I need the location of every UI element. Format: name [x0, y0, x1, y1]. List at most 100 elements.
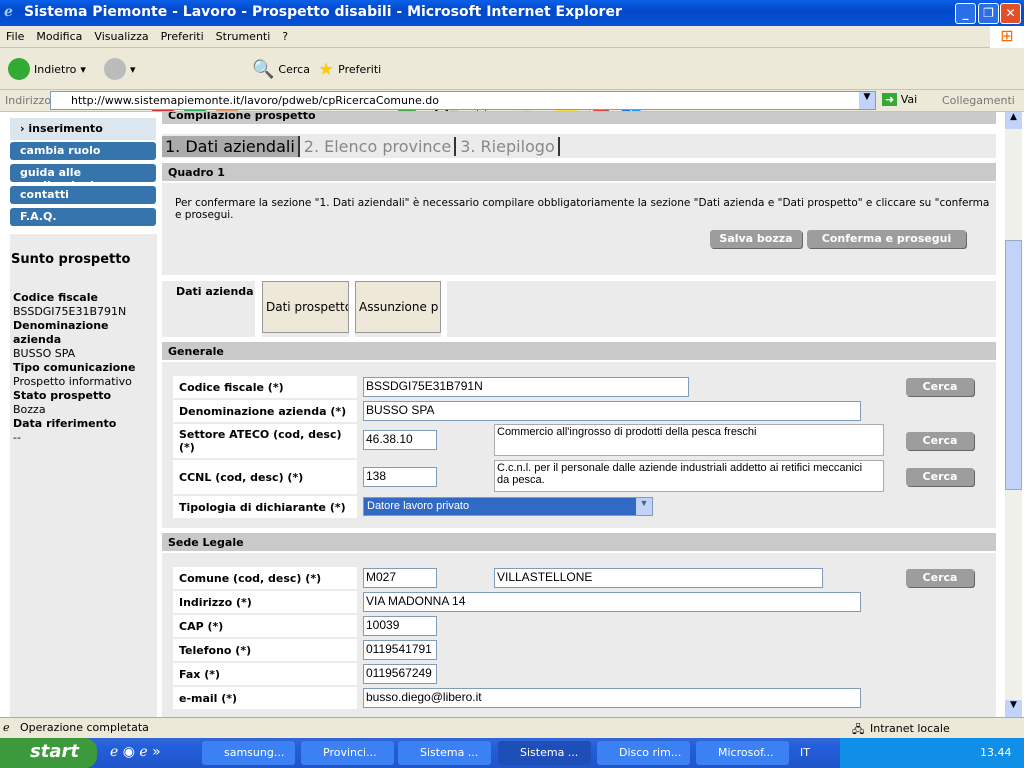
- comune-desc-input[interactable]: VILLASTELLONE: [494, 568, 823, 588]
- tab-dati-prospetto[interactable]: Dati prospetto: [262, 281, 349, 333]
- tab-dati-azienda[interactable]: Dati azienda: [176, 285, 254, 298]
- search-button[interactable]: 🔍 Cerca: [252, 56, 310, 82]
- summary-value: BUSSO SPA: [13, 347, 76, 360]
- ateco-search-button[interactable]: Cerca: [906, 432, 974, 450]
- menu-preferiti[interactable]: Preferiti: [155, 26, 210, 47]
- menu-file[interactable]: File: [0, 26, 30, 47]
- cf-label: Codice fiscale (*): [173, 376, 357, 398]
- back-label: Indietro: [34, 62, 77, 76]
- sede-form: Comune (cod, desc) (*) M027 VILLASTELLON…: [162, 553, 996, 717]
- taskbar: start ℯ ◉ ℯ » samsung... Provinci... Sis…: [0, 738, 1024, 768]
- forward-arrow-icon: [104, 58, 126, 80]
- fax-input[interactable]: 0119567249: [363, 664, 437, 684]
- cf-search-button[interactable]: Cerca: [906, 378, 974, 396]
- start-button[interactable]: start: [0, 738, 97, 768]
- step-2[interactable]: 2. Elenco province: [304, 136, 457, 156]
- favorites-label: Preferiti: [338, 62, 382, 76]
- subtabs: Dati azienda Dati prospetto Assunzione p: [162, 281, 996, 337]
- tipologia-label: Tipologia di dichiarante (*): [173, 496, 357, 518]
- task-button[interactable]: samsung...: [202, 741, 295, 765]
- sidebar-item-inserimento[interactable]: › inserimento: [10, 118, 156, 140]
- comune-search-button[interactable]: Cerca: [906, 569, 974, 587]
- cf-input[interactable]: BSSDGI75E31B791N: [363, 377, 689, 397]
- quicklaunch-icons[interactable]: ℯ ◉ ℯ »: [110, 744, 161, 760]
- address-input[interactable]: http://www.sistemapiemonte.it/lavoro/pdw…: [50, 91, 876, 110]
- summary-title: Sunto prospetto: [11, 252, 131, 267]
- toolbar: Indietro ▾ ▾ 🔍Cerca ★Preferiti ✉▾ 🖶 ▪▾ 📚…: [0, 48, 1024, 128]
- ateco-code-input[interactable]: 46.38.10: [363, 430, 437, 450]
- scroll-up-icon[interactable]: ▲: [1005, 112, 1022, 129]
- task-button[interactable]: Microsof...: [696, 741, 789, 765]
- back-arrow-icon: [8, 58, 30, 80]
- minimize-button[interactable]: _: [955, 3, 976, 24]
- task-button[interactable]: Provinci...: [301, 741, 394, 765]
- go-label: Vai: [900, 93, 918, 106]
- tab-assunzione[interactable]: Assunzione p: [355, 281, 441, 333]
- clock: 13.44: [980, 746, 1012, 759]
- sidebar: › inserimento cambia ruolo guida alle ap…: [0, 112, 160, 717]
- ccnl-search-button[interactable]: Cerca: [906, 468, 974, 486]
- menu-visualizza[interactable]: Visualizza: [88, 26, 154, 47]
- task-button-active[interactable]: Sistema ...: [498, 741, 591, 765]
- links-label[interactable]: Collegamenti: [942, 94, 1015, 107]
- scroll-down-icon[interactable]: ▼: [1005, 700, 1022, 717]
- indirizzo-input[interactable]: VIA MADONNA 14: [363, 592, 861, 612]
- tipologia-value: Datore lavoro privato: [367, 500, 470, 512]
- back-button[interactable]: Indietro ▾: [8, 56, 86, 82]
- summary-key: Data riferimento: [13, 417, 117, 430]
- close-button[interactable]: ✕: [1000, 3, 1021, 24]
- comune-label: Comune (cod, desc) (*): [173, 567, 357, 589]
- ateco-desc-textarea[interactable]: Commercio all'ingrosso di prodotti della…: [494, 424, 884, 456]
- summary-panel: Sunto prospetto Codice fiscale BSSDGI75E3…: [10, 234, 157, 717]
- step-1[interactable]: 1. Dati aziendali: [162, 135, 300, 157]
- vertical-scrollbar[interactable]: ▲ ▼: [1005, 112, 1022, 717]
- telefono-input[interactable]: 0119541791: [363, 640, 437, 660]
- task-button[interactable]: Sistema ...: [398, 741, 491, 765]
- sidebar-item-faq[interactable]: F.A.Q.: [10, 208, 156, 226]
- save-draft-button[interactable]: Salva bozza: [710, 230, 802, 248]
- info-text: Per confermare la sezione "1. Dati azien…: [175, 197, 990, 221]
- favorites-button[interactable]: ★ Preferiti: [318, 56, 381, 82]
- fax-label: Fax (*): [173, 663, 357, 685]
- system-tray: 13.44: [840, 738, 1024, 768]
- page-icon: ℯ: [3, 721, 10, 734]
- cap-input[interactable]: 10039: [363, 616, 437, 636]
- go-button[interactable]: ➜ Vai: [882, 93, 917, 106]
- summary-value: --: [13, 431, 21, 444]
- cap-label: CAP (*): [173, 615, 357, 637]
- den-label: Denominazione azienda (*): [173, 400, 357, 422]
- status-text: Operazione completata: [20, 721, 149, 734]
- sidebar-item-label: inserimento: [28, 122, 103, 135]
- language-indicator[interactable]: IT: [800, 746, 810, 759]
- chevron-down-icon[interactable]: ▼: [859, 92, 875, 109]
- forward-button[interactable]: ▾: [104, 56, 136, 82]
- summary-key: Stato prospetto: [13, 389, 112, 402]
- email-input[interactable]: busso.diego@libero.it: [363, 688, 861, 708]
- sede-header: Sede Legale: [162, 533, 996, 551]
- task-button[interactable]: Disco rim...: [597, 741, 690, 765]
- sidebar-item-guida[interactable]: guida alle applicazioni: [10, 164, 156, 192]
- summary-value: Bozza: [13, 403, 46, 416]
- confirm-button[interactable]: Conferma e prosegui: [807, 230, 966, 248]
- menu-modifica[interactable]: Modifica: [30, 26, 88, 47]
- chevron-down-icon[interactable]: ▼: [636, 498, 652, 515]
- den-input[interactable]: BUSSO SPA: [363, 401, 861, 421]
- ccnl-code-input[interactable]: 138: [363, 467, 437, 487]
- menu-strumenti[interactable]: Strumenti: [210, 26, 277, 47]
- address-url: http://www.sistemapiemonte.it/lavoro/pdw…: [71, 94, 439, 107]
- sidebar-item-contatti[interactable]: contatti: [10, 186, 156, 204]
- go-arrow-icon: ➜: [882, 93, 898, 106]
- tipologia-select[interactable]: Datore lavoro privato ▼: [363, 497, 653, 516]
- sidebar-item-cambia-ruolo[interactable]: cambia ruolo: [10, 142, 156, 160]
- scroll-thumb[interactable]: [1005, 240, 1022, 490]
- menu-bar: File Modifica Visualizza Preferiti Strumenti…: [0, 26, 1024, 48]
- telefono-label: Telefono (*): [173, 639, 357, 661]
- summary-key: Codice fiscale: [13, 291, 98, 304]
- step-3[interactable]: 3. Riepilogo: [460, 136, 560, 156]
- comune-code-input[interactable]: M027: [363, 568, 437, 588]
- ccnl-desc-textarea[interactable]: C.c.n.l. per il personale dalle aziende …: [494, 460, 884, 492]
- window-title: Sistema Piemonte - Lavoro - Prospetto di…: [24, 4, 622, 20]
- maximize-button[interactable]: ❐: [978, 3, 999, 24]
- summary-value: Prospetto informativo: [13, 375, 132, 388]
- menu-help[interactable]: ?: [276, 26, 294, 47]
